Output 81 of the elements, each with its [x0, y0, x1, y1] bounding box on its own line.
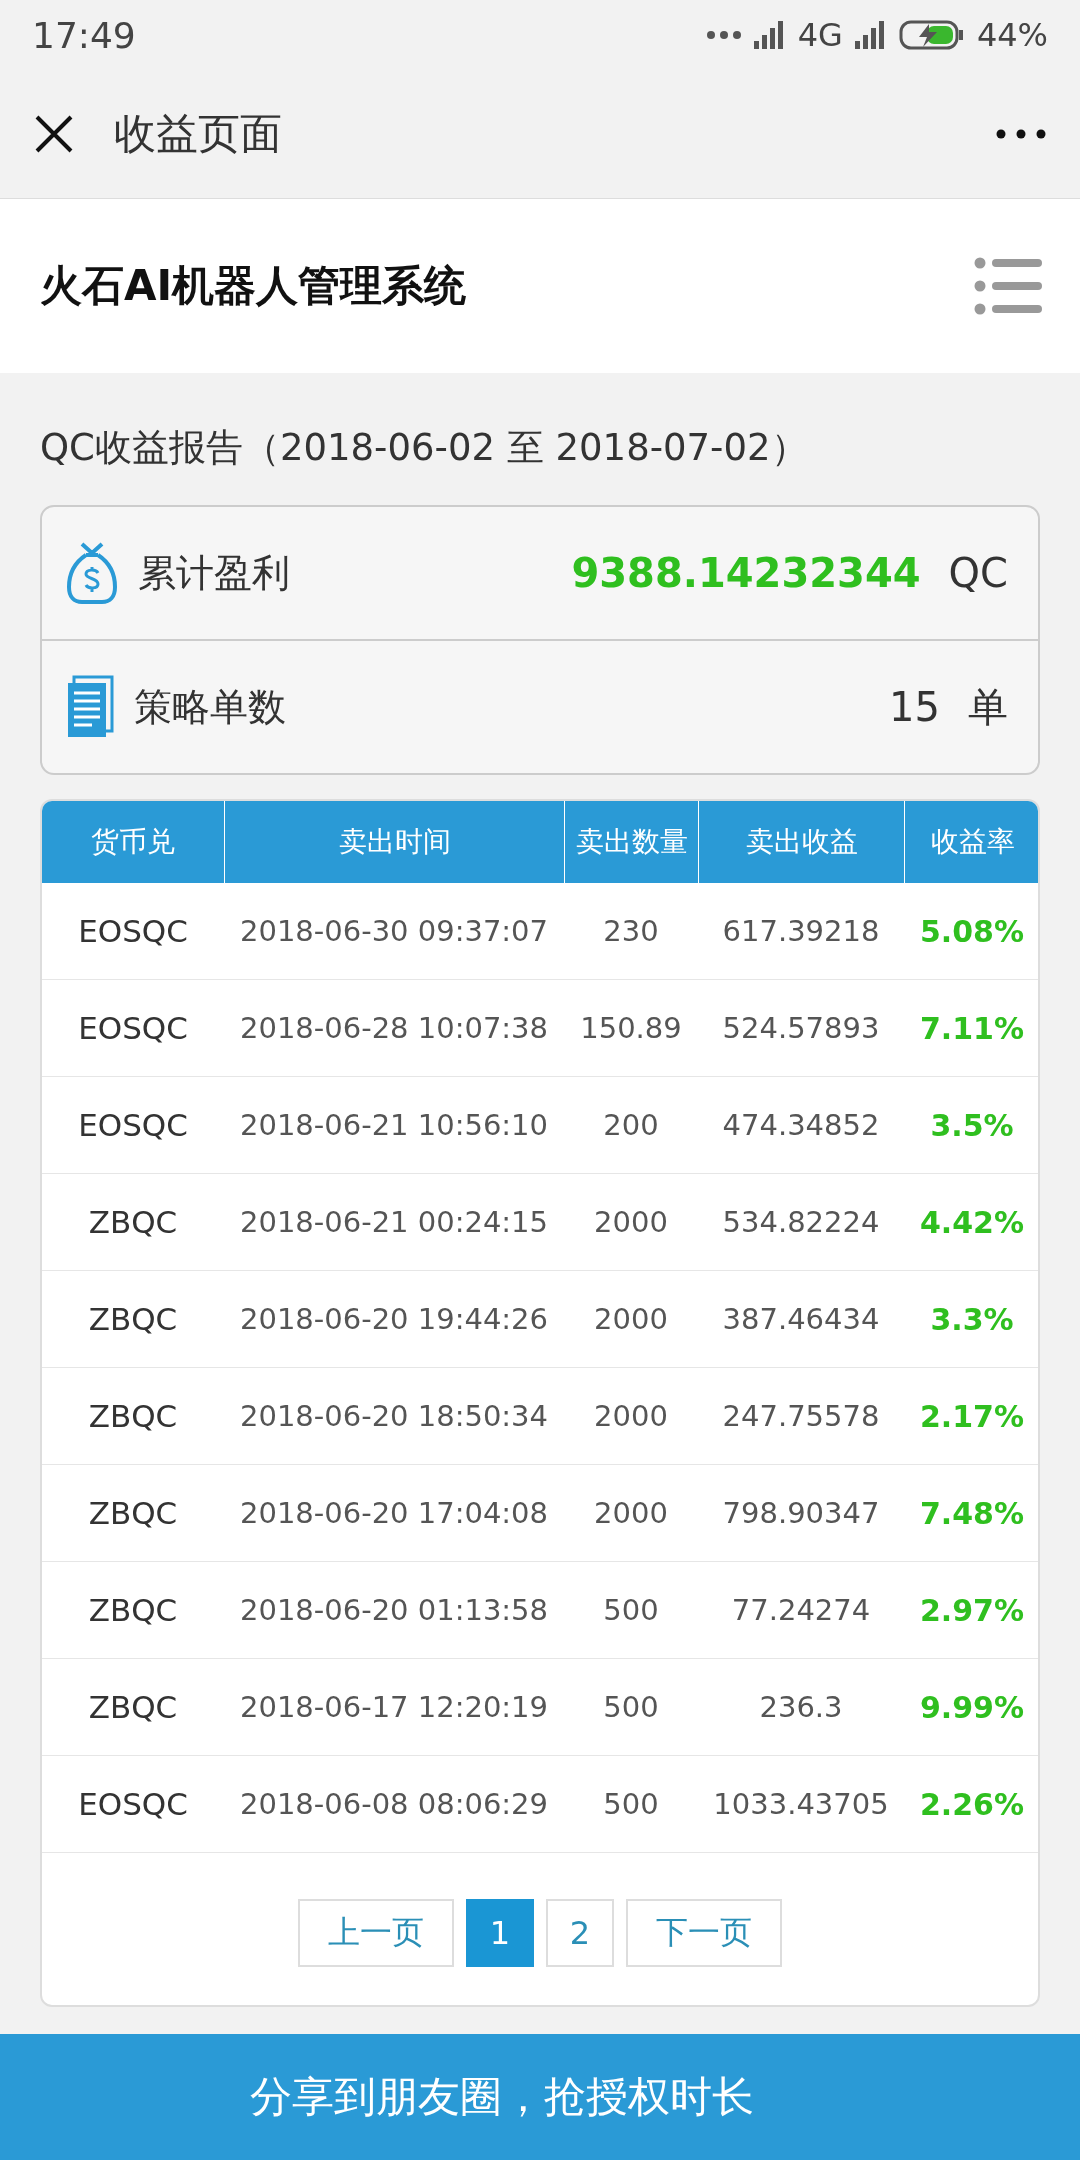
summary-unit: QC: [948, 550, 1008, 596]
table-cell-text: 2018-06-21 00:24:15: [239, 1204, 549, 1241]
document-icon: [66, 675, 114, 739]
table-cell-text: 3.3%: [929, 1300, 1015, 1339]
table-cell-text: ZBQC: [87, 1397, 179, 1436]
summary-label: 累计盈利: [138, 549, 291, 597]
table-cell-text: 500: [602, 1786, 660, 1823]
network-type: 4G: [797, 16, 843, 54]
close-icon[interactable]: [34, 114, 74, 154]
summary-unit: 单: [968, 682, 1008, 732]
page-button[interactable]: 1: [466, 1899, 534, 1967]
table-cell-text: 2000: [593, 1204, 669, 1241]
table-cell-text: EOSQC: [77, 1785, 189, 1824]
column-header: 货币兑: [90, 824, 176, 860]
signal-icon: [854, 21, 887, 49]
table-cell-text: 2018-06-08 08:06:29: [239, 1786, 549, 1823]
table-cell-text: ZBQC: [87, 1591, 179, 1630]
table-cell-text: 2.26%: [918, 1785, 1026, 1824]
table-cell-text: 2018-06-30 09:37:07: [239, 913, 549, 950]
table-cell-text: 2018-06-28 10:07:38: [239, 1010, 549, 1047]
table-cell-text: ZBQC: [87, 1688, 179, 1727]
column-header: 收益率: [904, 801, 1038, 883]
table-cell-text: ZBQC: [87, 1494, 179, 1533]
table-cell-text: 2018-06-20 01:13:58: [239, 1592, 549, 1629]
table-cell-text: 150.89: [579, 1010, 683, 1047]
column-header: 卖出收益: [698, 801, 904, 883]
table-cell-text: ZBQC: [87, 1300, 179, 1339]
summary-label: 策略单数: [134, 683, 287, 731]
table-cell-text: 2000: [593, 1398, 669, 1435]
table-cell-text: 236.3: [758, 1689, 844, 1726]
table-cell-text: 7.48%: [918, 1494, 1026, 1533]
table-cell-text: 2000: [593, 1301, 669, 1338]
battery-icon: [898, 20, 965, 50]
table-cell-text: 500: [602, 1689, 660, 1726]
table-cell-text: EOSQC: [77, 1009, 189, 1048]
table-cell-text: 2.17%: [918, 1397, 1026, 1436]
table-cell-text: 500: [602, 1592, 660, 1629]
table-cell-text: 524.57893: [721, 1010, 881, 1047]
table-cell-text: EOSQC: [77, 912, 189, 951]
table-cell-text: 4.42%: [918, 1203, 1026, 1242]
table-cell-text: 9.99%: [918, 1688, 1026, 1727]
next-page-button[interactable]: 下一页: [626, 1899, 782, 1967]
summary-value: 9388.14232344: [571, 550, 921, 596]
table-cell-text: 200: [602, 1107, 660, 1144]
table-cell-text: 798.90347: [721, 1495, 881, 1532]
table-cell-text: 3.5%: [929, 1106, 1015, 1145]
app-title: 火石AI机器人管理系统: [40, 260, 467, 312]
menu-icon[interactable]: [974, 257, 1042, 315]
table-cell-text: 474.34852: [721, 1107, 881, 1144]
page-title: 收益页面: [114, 108, 283, 160]
report-title: QC收益报告（2018-06-02 至 2018-07-02）: [40, 425, 809, 471]
table-cell-text: 1033.43705: [712, 1786, 890, 1823]
more-dots-icon: [705, 30, 742, 40]
table-cell-text: 77.24274: [730, 1592, 872, 1629]
table-cell-text: 2018-06-20 19:44:26: [239, 1301, 549, 1338]
page-button[interactable]: 2: [546, 1899, 614, 1967]
table-cell-text: 617.39218: [721, 913, 881, 950]
table-cell-text: 2000: [593, 1495, 669, 1532]
status-time: 17:49: [32, 14, 136, 56]
money-bag-icon: [66, 541, 118, 605]
table-cell-text: 5.08%: [918, 912, 1026, 951]
table-cell-text: EOSQC: [77, 1106, 189, 1145]
summary-value: 15: [889, 684, 940, 730]
previous-page-button[interactable]: 上一页: [298, 1899, 454, 1967]
column-header: 卖出时间: [224, 801, 564, 883]
table-cell-text: 7.11%: [918, 1009, 1026, 1048]
table-cell-text: 387.46434: [721, 1301, 881, 1338]
share-button[interactable]: 分享到朋友圈，抢授权时长: [0, 2034, 1080, 2160]
table-cell-text: 230: [602, 913, 660, 950]
table-cell-text: 2018-06-17 12:20:19: [239, 1689, 549, 1726]
table-cell-text: 2018-06-21 10:56:10: [239, 1107, 549, 1144]
battery-percent: 44%: [976, 16, 1048, 54]
table-cell-text: 2018-06-20 18:50:34: [239, 1398, 549, 1435]
more-icon[interactable]: [996, 129, 1046, 139]
table-cell-text: 2.97%: [918, 1591, 1026, 1630]
column-header: 卖出数量: [564, 801, 698, 883]
signal-icon: [753, 21, 786, 49]
table-cell-text: 534.82224: [721, 1204, 881, 1241]
table-cell-text: ZBQC: [87, 1203, 179, 1242]
table-cell-text: 2018-06-20 17:04:08: [239, 1495, 549, 1532]
table-cell-text: 247.75578: [721, 1398, 881, 1435]
